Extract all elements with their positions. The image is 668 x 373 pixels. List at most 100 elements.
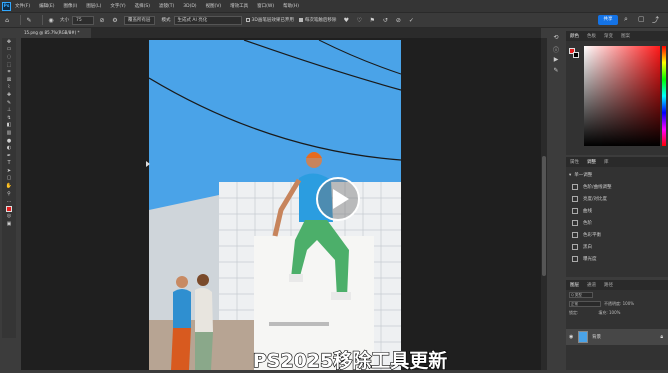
zoom-tool-icon[interactable]: ⚲: [2, 190, 16, 198]
eraser-tool-icon[interactable]: ◧: [2, 122, 16, 130]
adjust-item-exposure[interactable]: 曝光度: [566, 253, 668, 265]
spot-heal-tool-icon[interactable]: ✚: [2, 91, 16, 99]
layer-row-background[interactable]: ◉ 背景 🔒︎: [566, 329, 668, 345]
checkbox-3d-brush[interactable]: 3D画笔层效果已弃用: [245, 17, 294, 23]
move-tool-icon[interactable]: ✥: [2, 38, 16, 46]
tab-properties[interactable]: 属性: [566, 159, 583, 165]
menu-layer[interactable]: 图层(L): [86, 3, 101, 9]
tab-paths[interactable]: 路径: [600, 282, 617, 288]
rotate-icon[interactable]: ↺: [381, 16, 389, 24]
brush-settings-icon[interactable]: ✎: [551, 67, 561, 76]
adjust-item-black-white[interactable]: 黑白: [566, 241, 668, 253]
lasso-tool-icon[interactable]: ◌: [2, 53, 16, 61]
marquee-tool-icon[interactable]: ▭: [2, 46, 16, 54]
thumbs-up-icon[interactable]: ♥: [342, 16, 350, 24]
quick-mask-icon[interactable]: ◎: [2, 213, 16, 221]
tab-gradients[interactable]: 渐变: [600, 33, 617, 39]
video-play-button[interactable]: [316, 177, 360, 221]
settings-gear-icon[interactable]: ⚙: [111, 16, 119, 24]
checkbox-remove-after-stroke[interactable]: 每次笔触后移除: [298, 17, 336, 23]
brush-tool-icon[interactable]: ✎: [2, 99, 16, 107]
gradient-tool-icon[interactable]: ▥: [2, 129, 16, 137]
adjust-section-header[interactable]: ▾ 单一调整: [566, 169, 668, 181]
eye-visibility-icon[interactable]: ◉: [569, 334, 573, 340]
info-icon[interactable]: ⓘ: [551, 45, 561, 54]
tab-color[interactable]: 颜色: [566, 33, 583, 39]
history-icon[interactable]: ⟲: [551, 34, 561, 43]
adjust-item-brightness[interactable]: 亮度/对比度: [566, 193, 668, 205]
share-button[interactable]: 共享: [598, 15, 618, 25]
dodge-tool-icon[interactable]: ◐: [2, 144, 16, 152]
tab-patterns[interactable]: 图案: [617, 33, 634, 39]
tab-libraries[interactable]: 库: [600, 159, 613, 165]
more-tools-icon[interactable]: …: [2, 197, 16, 205]
search-icon[interactable]: ⌕: [624, 15, 628, 24]
opacity-field[interactable]: 不透明度: 100%: [604, 301, 634, 307]
pressure-size-icon[interactable]: ⊘: [98, 16, 106, 24]
divider: [20, 15, 21, 25]
hand-tool-icon[interactable]: ✋: [2, 182, 16, 190]
color-swatches-icon[interactable]: [2, 205, 16, 213]
document-image[interactable]: [149, 40, 401, 370]
tab-swatches[interactable]: 色板: [583, 33, 600, 39]
menu-edit[interactable]: 编辑(E): [39, 3, 54, 9]
adjust-item-levels-curves[interactable]: 色阶/曲线调整: [566, 181, 668, 193]
tab-channels[interactable]: 通道: [583, 282, 600, 288]
layer-kind-filter[interactable]: Q 类型: [569, 291, 593, 298]
canvas-scrollbar[interactable]: [541, 38, 547, 370]
commit-check-icon[interactable]: ✓: [407, 16, 415, 24]
crop-tool-icon[interactable]: ⌗: [2, 68, 16, 76]
menu-select[interactable]: 选择(S): [135, 3, 150, 9]
adjustments-panel-tabs: 属性 调整 库: [566, 157, 668, 167]
brush-preset-icon[interactable]: ◉: [47, 16, 55, 24]
thumbs-down-icon[interactable]: ♡: [355, 16, 363, 24]
mode-select[interactable]: 生成式 AI 亮化: [173, 15, 242, 25]
menu-plugins[interactable]: 增效工具: [230, 3, 248, 9]
menu-window[interactable]: 窗口(W): [257, 3, 274, 9]
adjust-item-curves[interactable]: 曲线: [566, 205, 668, 217]
fill-field[interactable]: 填充: 100%: [598, 310, 620, 316]
document-tab[interactable]: 15.png @ 85.7%(RGB/8#) *: [21, 28, 91, 38]
menu-help[interactable]: 帮助(H): [283, 3, 299, 9]
menu-file[interactable]: 文件(F): [15, 3, 30, 9]
pen-tool-icon[interactable]: ✒: [2, 152, 16, 160]
type-tool-icon[interactable]: T: [2, 160, 16, 168]
sample-all-layers-button[interactable]: 覆盖所有层: [124, 15, 155, 25]
workspace-icon[interactable]: ▢: [638, 15, 645, 23]
blend-mode-select[interactable]: 正常: [569, 300, 601, 307]
history-brush-tool-icon[interactable]: ↯: [2, 114, 16, 122]
adjustments-panel: 属性 调整 库 ▾ 单一调整 色阶/曲线调整 亮度/对比度 曲线 色阶 色彩平衡 …: [566, 157, 668, 277]
blur-tool-icon[interactable]: ●: [2, 137, 16, 145]
object-select-tool-icon[interactable]: ⬚: [2, 61, 16, 69]
checkbox-checked-icon: [298, 18, 303, 22]
background-color-swatch[interactable]: [573, 52, 579, 58]
cancel-icon[interactable]: ⊘: [394, 16, 402, 24]
tab-adjustments[interactable]: 调整: [583, 159, 600, 165]
flag-icon[interactable]: ⚑: [368, 16, 376, 24]
path-select-tool-icon[interactable]: ➤: [2, 167, 16, 175]
hue-slider[interactable]: [662, 46, 666, 146]
tools-panel: ✥ ▭ ◌ ⬚ ⌗ ⊠ ⌇ ✚ ✎ ⊥ ↯ ◧ ▥ ● ◐ ✒ T ➤ ▢ ✋ …: [2, 38, 16, 338]
frame-tool-icon[interactable]: ⊠: [2, 76, 16, 84]
menu-3d[interactable]: 3D(D): [183, 4, 196, 9]
menu-view[interactable]: 视图(V): [206, 3, 222, 9]
clone-stamp-tool-icon[interactable]: ⊥: [2, 106, 16, 114]
menu-filter[interactable]: 滤镜(T): [159, 3, 174, 9]
shape-tool-icon[interactable]: ▢: [2, 175, 16, 183]
layer-thumbnail: [578, 331, 588, 343]
menu-type[interactable]: 文字(Y): [110, 3, 125, 9]
size-input[interactable]: 75: [72, 15, 94, 25]
adjust-item-color-balance[interactable]: 色彩平衡: [566, 229, 668, 241]
scrollbar-thumb[interactable]: [542, 156, 546, 276]
tab-layers[interactable]: 图层: [566, 282, 583, 288]
menu-image[interactable]: 图像(I): [63, 3, 77, 9]
color-picker-field[interactable]: [584, 46, 660, 146]
screen-mode-icon[interactable]: ▣: [2, 220, 16, 228]
adjust-item-levels[interactable]: 色阶: [566, 217, 668, 229]
remove-tool-icon[interactable]: ✎: [25, 16, 33, 24]
adjust-item-label: 色阶: [583, 221, 592, 226]
share-icon[interactable]: ⤴: [652, 15, 659, 25]
eyedropper-tool-icon[interactable]: ⌇: [2, 84, 16, 92]
home-icon[interactable]: ⌂: [3, 16, 11, 24]
play-action-icon[interactable]: ▶: [551, 56, 561, 65]
